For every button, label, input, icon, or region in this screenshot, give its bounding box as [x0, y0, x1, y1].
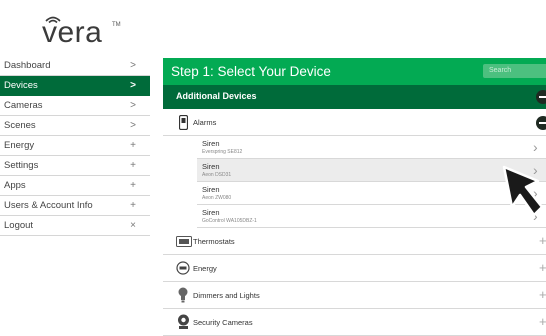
device-name: Siren — [202, 185, 220, 194]
mouse-pointer-icon — [502, 165, 544, 217]
search-input[interactable]: Search — [483, 64, 546, 78]
chevron-right-icon: > — [130, 120, 136, 131]
nav-item-logout[interactable]: Logout × — [0, 216, 150, 236]
device-row[interactable]: Siren Aeon DSD31 › — [197, 159, 546, 182]
chevron-right-icon: › — [533, 139, 538, 155]
page-title: Step 1: Select Your Device — [171, 64, 331, 79]
device-row[interactable]: Siren Everspring SE812 › — [197, 136, 546, 159]
device-row[interactable]: Siren Aeon ZW080 › — [197, 182, 546, 205]
expand-icon[interactable]: + — [539, 287, 546, 302]
camera-icon — [178, 314, 189, 329]
nav-label: Devices — [4, 80, 38, 91]
expand-icon[interactable]: + — [539, 260, 546, 275]
category-label: Alarms — [193, 118, 217, 127]
nav-item-devices[interactable]: Devices > — [0, 76, 150, 96]
device-model: Everspring SE812 — [202, 149, 243, 155]
page-header: Step 1: Select Your Device Search — [163, 58, 546, 85]
thermostat-icon — [176, 236, 192, 247]
category-thermostats[interactable]: Thermostats + — [163, 228, 546, 255]
close-icon: × — [130, 220, 136, 231]
category-label: Thermostats — [193, 237, 235, 246]
plus-icon: + — [130, 140, 136, 151]
nav-item-dashboard[interactable]: Dashboard > — [0, 56, 150, 76]
section-header[interactable]: Additional Devices — [163, 85, 546, 109]
section-title: Additional Devices — [176, 91, 257, 101]
nav-item-scenes[interactable]: Scenes > — [0, 116, 150, 136]
nav-label: Logout — [4, 220, 34, 231]
category-dimmers[interactable]: Dimmers and Lights + — [163, 282, 546, 309]
category-security-cameras[interactable]: Security Cameras + — [163, 309, 546, 336]
nav-label: Scenes — [4, 120, 36, 131]
collapse-icon[interactable] — [536, 116, 546, 130]
logo-text: vera — [42, 16, 103, 49]
device-model: Aeon DSD31 — [202, 172, 232, 178]
nav-item-apps[interactable]: Apps + — [0, 176, 150, 196]
nav-label: Energy — [4, 140, 35, 151]
nav-label: Users & Account Info — [4, 200, 93, 211]
vera-logo: vera TM — [30, 14, 121, 50]
sidebar: vera TM Dashboard > Devices > Cameras > Sce… — [0, 0, 150, 336]
energy-meter-icon — [176, 261, 190, 275]
collapse-icon[interactable] — [536, 90, 546, 104]
category-alarms[interactable]: Alarms — [163, 109, 546, 136]
chevron-right-icon: > — [130, 100, 136, 111]
main-panel: Step 1: Select Your Device Search Additi… — [163, 58, 546, 336]
nav-label: Cameras — [4, 100, 43, 111]
plus-icon: + — [130, 180, 136, 191]
device-name: Siren — [202, 208, 220, 217]
chevron-right-icon: > — [130, 60, 136, 71]
nav-label: Apps — [4, 180, 26, 191]
sidebar-nav: Dashboard > Devices > Cameras > Scenes > Ene… — [0, 56, 150, 236]
device-model: Aeon ZW080 — [202, 195, 232, 201]
expand-icon[interactable]: + — [539, 314, 546, 329]
plus-icon: + — [130, 160, 136, 171]
nav-item-energy[interactable]: Energy + — [0, 136, 150, 156]
expand-icon[interactable]: + — [539, 233, 546, 248]
category-label: Energy — [193, 264, 217, 273]
alarm-sensor-icon — [179, 115, 188, 130]
device-name: Siren — [202, 162, 220, 171]
nav-item-settings[interactable]: Settings + — [0, 156, 150, 176]
device-model: GoControl WA105DBZ-1 — [202, 218, 257, 224]
light-bulb-icon — [178, 287, 188, 303]
category-label: Security Cameras — [193, 318, 253, 327]
nav-label: Dashboard — [4, 60, 51, 71]
chevron-right-icon: > — [130, 80, 136, 91]
nav-item-cameras[interactable]: Cameras > — [0, 96, 150, 116]
category-energy[interactable]: Energy + — [163, 255, 546, 282]
plus-icon: + — [130, 200, 136, 211]
device-name: Siren — [202, 139, 220, 148]
logo-trademark: TM — [112, 22, 121, 28]
device-row[interactable]: Siren GoControl WA105DBZ-1 › — [197, 205, 546, 228]
nav-item-users[interactable]: Users & Account Info + — [0, 196, 150, 216]
category-label: Dimmers and Lights — [193, 291, 260, 300]
nav-label: Settings — [4, 160, 39, 171]
